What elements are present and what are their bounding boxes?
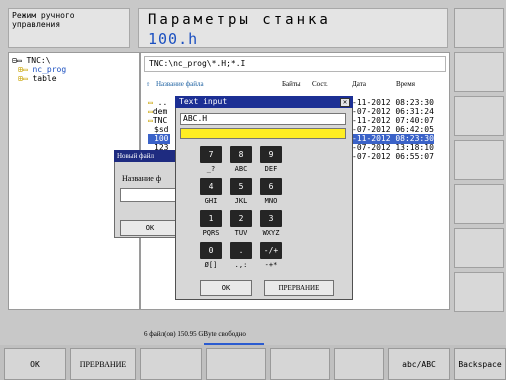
key-3[interactable]: 3 xyxy=(260,210,282,227)
key-label: JKL xyxy=(234,197,248,205)
new-file-label: Название ф xyxy=(122,174,162,183)
tree-folder-label: table xyxy=(32,74,57,83)
path-bar: TNC:\nc_prog\*.H;*.I xyxy=(144,56,446,72)
sort-arrow-icon[interactable]: ⇧ xyxy=(146,80,150,88)
key-9[interactable]: 9 xyxy=(260,146,282,163)
file-name: dem xyxy=(152,107,168,116)
key-1[interactable]: 1 xyxy=(200,210,222,227)
key-6[interactable]: 6 xyxy=(260,178,282,195)
file-datetime: -07-2012 06:55:07 xyxy=(352,152,434,161)
key-4[interactable]: 4 xyxy=(200,178,222,195)
col-status[interactable]: Сост. xyxy=(312,80,328,88)
softkey-right-7[interactable] xyxy=(454,272,504,312)
key-2[interactable]: 2 xyxy=(230,210,252,227)
text-input-highlight-field[interactable] xyxy=(180,128,346,139)
new-file-ok-button[interactable]: OK xyxy=(120,220,180,236)
key-label: DEF xyxy=(264,165,278,173)
col-bytes[interactable]: Байты xyxy=(282,80,301,88)
folder-icon: ⊞▭ xyxy=(18,65,28,74)
key-label: WXYZ xyxy=(262,229,280,237)
key-label: GHI xyxy=(204,197,218,205)
tree-item-nc-prog[interactable]: ⊞▭ nc_prog xyxy=(12,65,136,74)
backspace-softkey[interactable]: Backspace xyxy=(454,348,506,380)
key-label: TUV xyxy=(234,229,248,237)
col-name[interactable]: Название файла xyxy=(156,80,204,88)
drive-icon: ⊟▭ xyxy=(12,56,22,65)
softkey-empty-3[interactable] xyxy=(270,348,330,380)
status-line: 6 файл(ов) 150.95 GByte свободно xyxy=(144,330,246,338)
softkey-empty-2[interactable] xyxy=(206,348,266,380)
col-date[interactable]: Дата xyxy=(352,80,366,88)
cancel-softkey[interactable]: ПРЕРВАНИЕ xyxy=(70,348,136,380)
key-7[interactable]: 7 xyxy=(200,146,222,163)
key-label: PQRS xyxy=(202,229,220,237)
softkey-right-6[interactable] xyxy=(454,228,504,268)
key-label: ABC xyxy=(234,165,248,173)
key-label: -+* xyxy=(264,261,278,269)
softkey-right-5[interactable] xyxy=(454,184,504,224)
page-title: Параметры станка xyxy=(148,12,331,28)
folder-icon: ▭ xyxy=(148,98,153,107)
text-input-title: Text input xyxy=(175,96,353,108)
key-8[interactable]: 8 xyxy=(230,146,252,163)
mode-label-line2: управления xyxy=(12,20,61,29)
col-time[interactable]: Время xyxy=(396,80,415,88)
softkey-right-4[interactable] xyxy=(454,140,504,180)
key-sign[interactable]: -/+ xyxy=(260,242,282,259)
key-label: .,: xyxy=(234,261,248,269)
tree-item-drive[interactable]: ⊟▭ TNC:\ xyxy=(12,56,136,65)
mode-panel: Режим ручного управления xyxy=(8,8,130,48)
tree-item-table[interactable]: ⊞▭ table xyxy=(12,74,136,83)
file-name: $sd xyxy=(154,125,169,134)
file-name: TNC xyxy=(152,116,168,125)
text-input-ok-button[interactable]: OK xyxy=(200,280,252,296)
text-input-cancel-button[interactable]: ПРЕРВАНИЕ xyxy=(264,280,334,296)
new-file-name-field[interactable] xyxy=(120,188,180,202)
file-name: .. xyxy=(157,98,168,107)
folder-icon: ⊞▭ xyxy=(18,74,28,83)
tree-folder-label: nc_prog xyxy=(32,65,67,74)
softkey-empty-1[interactable] xyxy=(140,348,202,380)
softkey-right-1[interactable] xyxy=(454,8,504,48)
mode-label-line1: Режим ручного xyxy=(12,11,75,20)
text-input-field[interactable]: ABC.H xyxy=(180,113,346,125)
key-label: Ø[] xyxy=(204,261,218,269)
key-label: MNO xyxy=(264,197,278,205)
softkey-empty-4[interactable] xyxy=(334,348,384,380)
file-name: 100 xyxy=(154,134,169,143)
key-dot[interactable]: . xyxy=(230,242,252,259)
softkey-right-2[interactable] xyxy=(454,52,504,92)
close-icon[interactable]: ✕ xyxy=(340,98,350,107)
case-toggle-softkey[interactable]: abc/ABC xyxy=(388,348,450,380)
softkey-right-3[interactable] xyxy=(454,96,504,136)
key-5[interactable]: 5 xyxy=(230,178,252,195)
tree-drive-label: TNC:\ xyxy=(26,56,51,65)
current-file-name: 100.h xyxy=(148,30,199,48)
column-header: ⇧ Название файла Байты Сост. Дата Время xyxy=(144,78,446,92)
ok-softkey[interactable]: OK xyxy=(4,348,66,380)
key-label: _? xyxy=(206,165,216,173)
key-0[interactable]: 0 xyxy=(200,242,222,259)
